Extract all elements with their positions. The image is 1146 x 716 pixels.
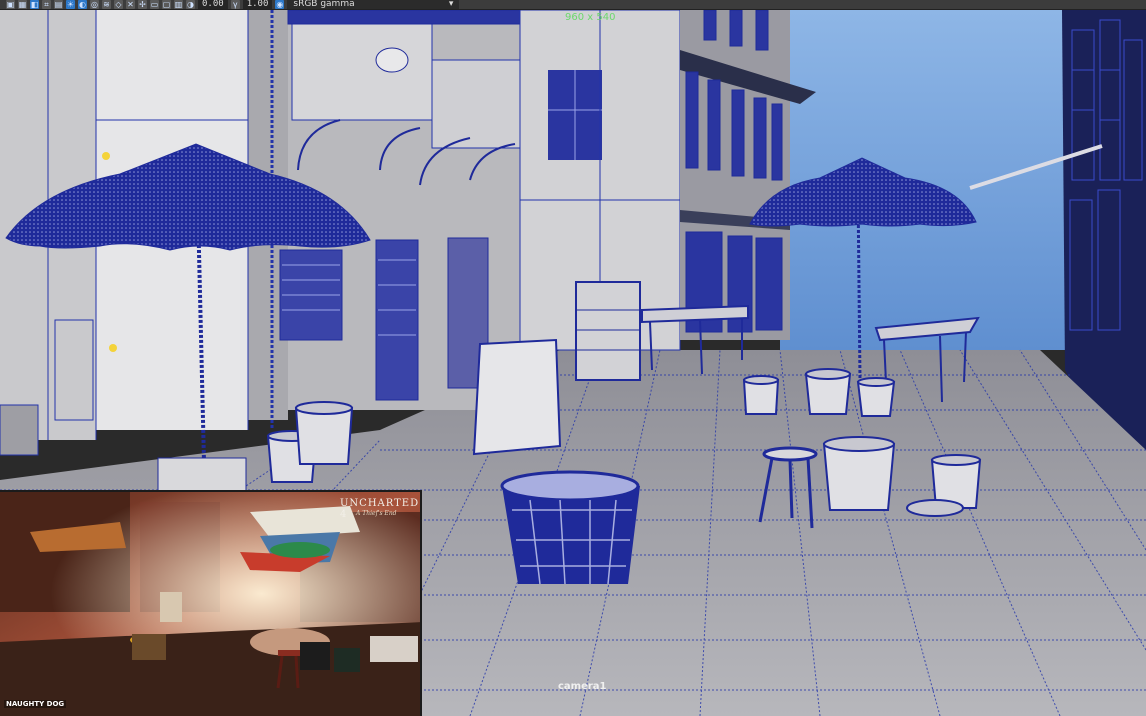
gamma-field[interactable]: 1.00 <box>242 0 273 9</box>
xray-icon[interactable]: ✕ <box>126 0 135 9</box>
studio-tag: NAUGHTY DOG <box>4 700 67 708</box>
grid-icon[interactable]: ▦ <box>18 0 27 9</box>
color-management-icon[interactable]: ◉ <box>275 0 285 9</box>
motion-blur-icon[interactable]: ≋ <box>102 0 111 9</box>
shadow-icon[interactable]: ◐ <box>78 0 87 9</box>
ao-icon[interactable]: ◎ <box>90 0 99 9</box>
xray-joints-icon[interactable]: ✢ <box>138 0 147 9</box>
exposure-icon[interactable]: ◑ <box>186 0 195 9</box>
film-gate-icon[interactable]: ▥ <box>174 0 183 9</box>
isolate-icon[interactable]: ◇ <box>114 0 123 9</box>
gamma-icon[interactable]: γ <box>230 0 240 9</box>
wireframe-icon[interactable]: ⌗ <box>42 0 51 9</box>
sign-board <box>472 338 562 456</box>
exposure-field[interactable]: 0.00 <box>198 0 228 9</box>
color-space-label: sRGB gamma <box>293 0 355 9</box>
color-space-select[interactable]: sRGB gamma ▾ <box>287 0 460 9</box>
viewport-toolbar: ▣ ▦ ◧ ⌗ ▤ ☀ ◐ ◎ ≋ ◇ ✕ ✢ ▭ ▢ ▥ ◑ 0.00 γ 1… <box>0 0 1146 10</box>
camera-name-label: camera1 <box>558 681 607 692</box>
reference-image-panel: UNCHARTED 4 A Thief's End NAUGHTY DOG <box>0 490 422 716</box>
game-logo-subtitle: A Thief's End <box>356 510 397 517</box>
resolution-gate-label: 960 x 540 <box>565 12 616 23</box>
chevron-down-icon: ▾ <box>448 0 454 9</box>
lighting-icon[interactable]: ☀ <box>66 0 75 9</box>
textured-icon[interactable]: ▤ <box>54 0 63 9</box>
gate-icon[interactable]: ▢ <box>162 0 171 9</box>
camera-icon[interactable]: ▣ <box>6 0 15 9</box>
backface-icon[interactable]: ▭ <box>150 0 159 9</box>
shaded-icon[interactable]: ◧ <box>30 0 39 9</box>
wicker-basket <box>500 470 640 585</box>
reference-image <box>0 492 420 716</box>
